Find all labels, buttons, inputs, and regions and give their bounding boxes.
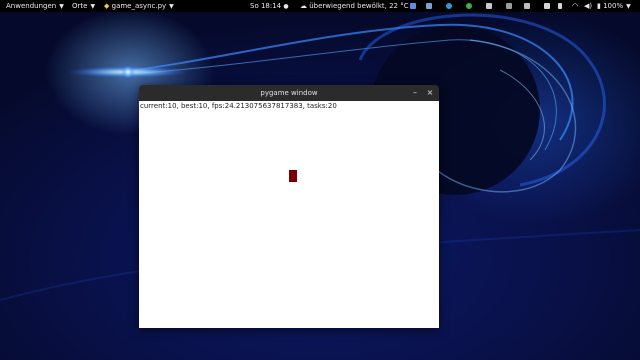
window-titlebar[interactable]: pygame window – × <box>139 85 439 101</box>
power-icon[interactable] <box>506 3 512 9</box>
app-menu-label: game_async.py <box>111 2 167 10</box>
game-status-text: current:10, best:10, fps:24.213075637817… <box>140 102 337 110</box>
weather-label: überwiegend bewölkt, 22 °C <box>309 2 409 10</box>
top-panel: Anwendungen ▼ Orte ▼ ◆ game_async.py ▼ So 1… <box>0 0 640 12</box>
close-button[interactable]: × <box>424 85 436 101</box>
cloud-icon: ☁ <box>300 2 307 10</box>
pygame-window: pygame window – × current:10, best:10, f… <box>139 85 439 328</box>
clipboard-indicator-icon[interactable] <box>558 3 562 9</box>
battery-indicator[interactable]: ▮ 100% ▼ <box>597 0 631 12</box>
chevron-down-icon: ▼ <box>90 3 96 10</box>
battery-icon: ▮ <box>597 2 601 10</box>
chevron-down-icon: ▼ <box>169 3 174 10</box>
applications-menu[interactable]: Anwendungen ▼ <box>6 0 64 12</box>
wifi-icon[interactable]: ◠ <box>572 0 578 12</box>
sync-icon[interactable] <box>426 3 432 9</box>
clock[interactable]: So 18:14 ● <box>250 0 289 12</box>
app-menu[interactable]: ◆ game_async.py ▼ <box>104 0 174 12</box>
places-menu[interactable]: Orte ▼ <box>72 0 95 12</box>
bluetooth-icon[interactable] <box>410 3 416 9</box>
battery-label: 100% <box>603 2 624 10</box>
network-icon[interactable] <box>446 3 452 9</box>
screen-icon[interactable] <box>544 3 550 9</box>
chevron-down-icon: ▼ <box>59 3 64 10</box>
clock-label: So 18:14 <box>250 2 282 10</box>
notification-dot-icon: ● <box>283 3 289 10</box>
player-block <box>289 170 297 182</box>
volume-icon[interactable]: ◀) <box>584 0 592 12</box>
game-canvas[interactable]: current:10, best:10, fps:24.213075637817… <box>139 101 439 328</box>
weather-indicator[interactable]: ☁ überwiegend bewölkt, 22 °C <box>300 0 409 12</box>
clipboard-icon[interactable] <box>486 3 492 9</box>
minimize-button[interactable]: – <box>409 85 421 101</box>
places-menu-label: Orte <box>72 2 88 10</box>
python-app-icon: ◆ <box>104 2 110 10</box>
window-title: pygame window <box>260 89 318 97</box>
applications-menu-label: Anwendungen <box>6 2 57 10</box>
display-icon[interactable] <box>524 3 530 9</box>
chevron-down-icon: ▼ <box>626 3 631 10</box>
check-icon[interactable] <box>466 3 472 9</box>
